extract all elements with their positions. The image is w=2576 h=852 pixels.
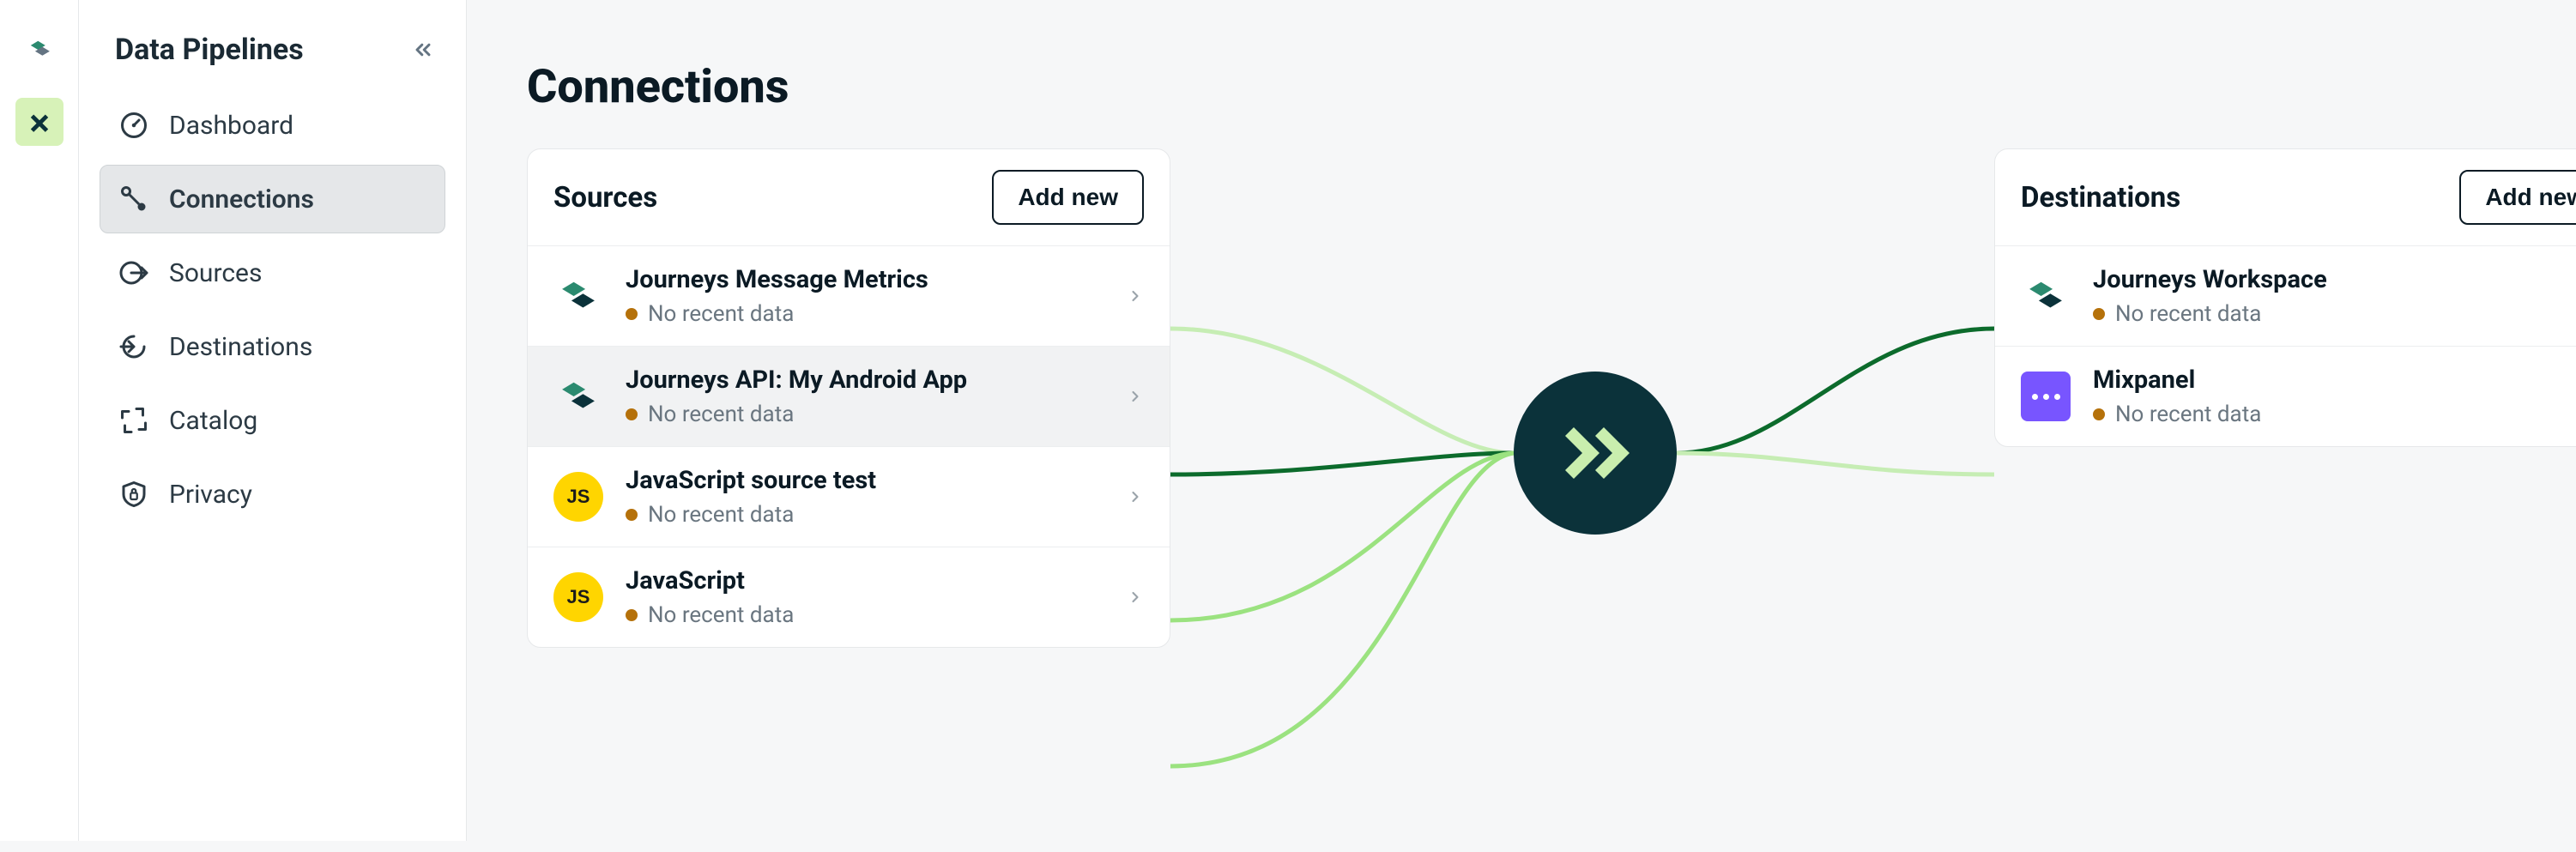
chevron-right-icon — [1127, 287, 1144, 305]
journeys-icon — [2021, 271, 2071, 321]
gauge-icon — [118, 109, 150, 142]
source-title: Journeys Message Metrics — [626, 265, 1104, 294]
javascript-icon: JS — [553, 472, 603, 522]
journeys-icon — [553, 372, 603, 421]
nav-item-dashboard[interactable]: Dashboard — [100, 91, 445, 160]
chevron-right-icon — [1127, 589, 1144, 606]
source-status: No recent data — [626, 301, 1104, 327]
sources-panel-header: Sources Add new — [528, 149, 1170, 246]
page-title: Connections — [527, 60, 2516, 114]
catalog-icon — [118, 404, 150, 437]
status-dot-icon — [626, 509, 638, 521]
workspace-icon — [25, 107, 54, 136]
hub-icon — [1552, 410, 1638, 496]
destinations-panel-title: Destinations — [2021, 181, 2180, 215]
status-dot-icon — [626, 609, 638, 621]
rail-app-switcher[interactable] — [15, 26, 63, 74]
source-row[interactable]: Journeys API: My Android App No recent d… — [528, 347, 1170, 447]
destination-title: Journeys Workspace — [2093, 265, 2572, 294]
nav-item-sources[interactable]: Sources — [100, 239, 445, 307]
app-rail — [0, 0, 79, 841]
destination-status-text: No recent data — [2115, 301, 2261, 327]
main-content: Connections — [467, 0, 2576, 841]
sidebar-header: Data Pipelines — [100, 26, 445, 91]
destination-row[interactable]: Mixpanel No recent data — [1995, 347, 2576, 446]
connections-canvas: Sources Add new Journeys Message Metrics… — [527, 148, 2516, 852]
nav-item-privacy[interactable]: Privacy — [100, 460, 445, 529]
source-title: JavaScript — [626, 566, 1104, 595]
nav-label: Connections — [169, 184, 314, 215]
source-status: No recent data — [626, 502, 1104, 528]
destination-status: No recent data — [2093, 301, 2572, 327]
nav-label: Catalog — [169, 406, 257, 436]
privacy-icon — [118, 478, 150, 511]
destination-title: Mixpanel — [2093, 366, 2572, 395]
source-row[interactable]: JS JavaScript source test No recent data — [528, 447, 1170, 547]
chevron-right-icon — [1127, 488, 1144, 505]
sidebar: Data Pipelines Dashboard Connections — [79, 0, 467, 841]
destinations-panel-header: Destinations Add new — [1995, 149, 2576, 246]
mixpanel-icon — [2021, 372, 2071, 421]
destination-status-text: No recent data — [2115, 402, 2261, 427]
status-dot-icon — [626, 408, 638, 420]
chevron-right-icon — [1127, 388, 1144, 405]
chevron-double-left-icon — [411, 38, 435, 62]
source-status: No recent data — [626, 402, 1104, 427]
javascript-icon: JS — [553, 572, 603, 622]
nav-label: Destinations — [169, 332, 312, 362]
sources-icon — [118, 257, 150, 289]
source-status: No recent data — [626, 602, 1104, 628]
nav-label: Sources — [169, 258, 262, 288]
destination-row[interactable]: Journeys Workspace No recent data — [1995, 246, 2576, 347]
status-dot-icon — [2093, 408, 2105, 420]
source-status-text: No recent data — [648, 602, 794, 628]
destinations-panel: Destinations Add new Journeys Workspace … — [1994, 148, 2576, 447]
source-title: Journeys API: My Android App — [626, 366, 1104, 395]
add-source-button[interactable]: Add new — [992, 170, 1144, 225]
sources-panel: Sources Add new Journeys Message Metrics… — [527, 148, 1170, 648]
source-row[interactable]: Journeys Message Metrics No recent data — [528, 246, 1170, 347]
collapse-sidebar-button[interactable] — [411, 38, 435, 62]
pipeline-hub — [1514, 372, 1677, 535]
add-destination-button[interactable]: Add new — [2459, 170, 2576, 225]
nav-item-destinations[interactable]: Destinations — [100, 312, 445, 381]
sources-panel-title: Sources — [553, 181, 657, 215]
destination-status: No recent data — [2093, 402, 2572, 427]
sources-list: Journeys Message Metrics No recent data — [528, 246, 1170, 647]
source-title: JavaScript source test — [626, 466, 1104, 495]
nav-label: Dashboard — [169, 111, 293, 141]
source-status-text: No recent data — [648, 402, 794, 427]
sidebar-nav: Dashboard Connections Sources Destinatio… — [100, 91, 445, 529]
status-dot-icon — [626, 308, 638, 320]
source-status-text: No recent data — [648, 502, 794, 528]
nav-label: Privacy — [169, 480, 252, 510]
journeys-logo-icon — [25, 35, 54, 64]
journeys-icon — [553, 271, 603, 321]
destinations-list: Journeys Workspace No recent data — [1995, 246, 2576, 446]
sidebar-title: Data Pipelines — [115, 33, 304, 67]
rail-workspace[interactable] — [15, 98, 63, 146]
connections-icon — [118, 183, 150, 215]
source-row[interactable]: JS JavaScript No recent data — [528, 547, 1170, 647]
nav-item-connections[interactable]: Connections — [100, 165, 445, 233]
nav-item-catalog[interactable]: Catalog — [100, 386, 445, 455]
destinations-icon — [118, 330, 150, 363]
source-status-text: No recent data — [648, 301, 794, 327]
status-dot-icon — [2093, 308, 2105, 320]
